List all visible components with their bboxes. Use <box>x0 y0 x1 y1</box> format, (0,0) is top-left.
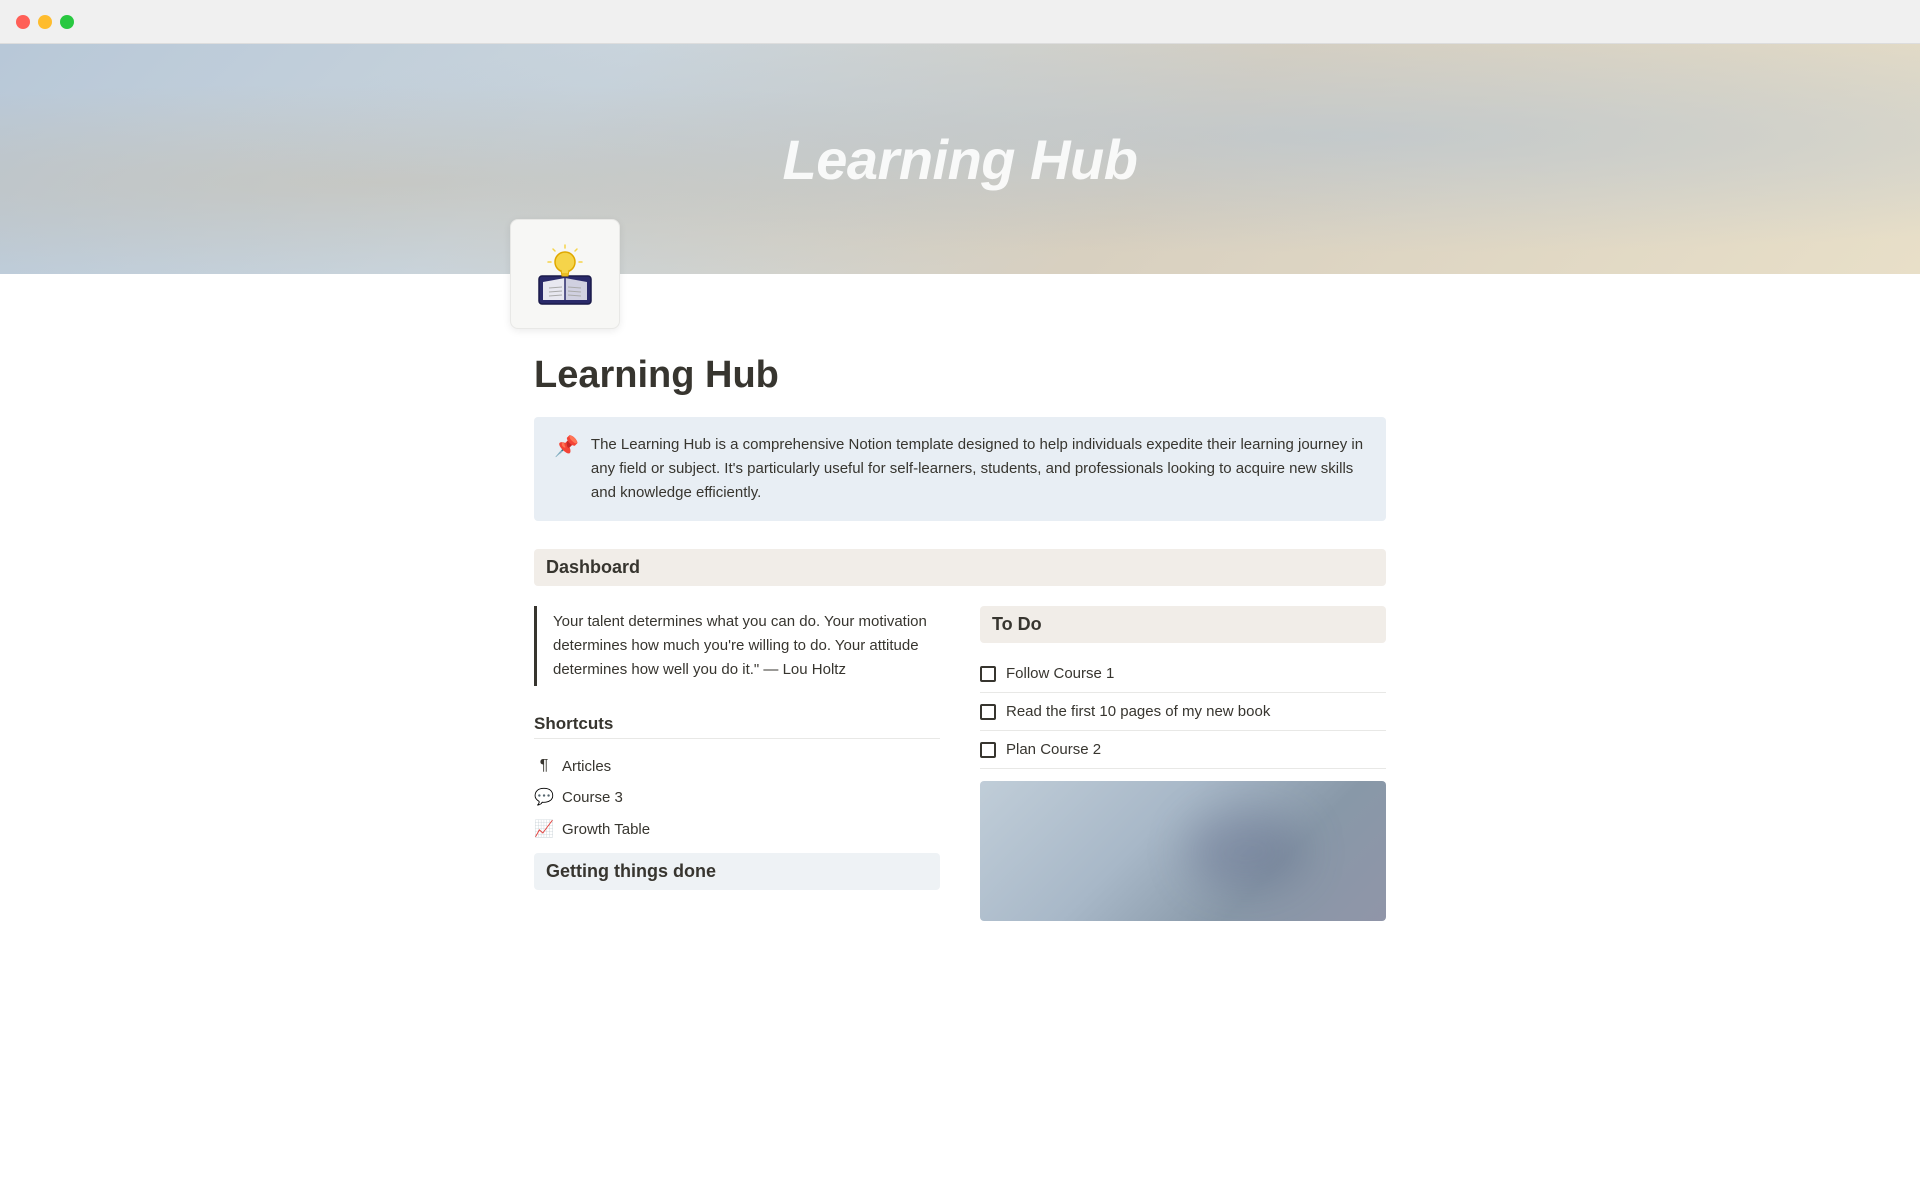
minimize-button[interactable] <box>38 15 52 29</box>
todo-label-1: Follow Course 1 <box>1006 665 1114 682</box>
dashboard-section-header: Dashboard <box>534 549 1386 586</box>
shortcut-course3-label: Course 3 <box>562 789 623 806</box>
todo-header: To Do <box>980 606 1386 643</box>
hero-banner: Learning Hub <box>0 44 1920 274</box>
page-title: Learning Hub <box>534 354 1386 397</box>
growth-table-icon: 📈 <box>534 819 554 839</box>
todo-label-3: Plan Course 2 <box>1006 741 1101 758</box>
page-title-section: Learning Hub <box>534 274 1386 417</box>
todo-item-2: Read the first 10 pages of my new book <box>980 693 1386 731</box>
callout-block: 📌 The Learning Hub is a comprehensive No… <box>534 417 1386 521</box>
image-block <box>980 781 1386 921</box>
todo-label-2: Read the first 10 pages of my new book <box>1006 703 1270 720</box>
maximize-button[interactable] <box>60 15 74 29</box>
page-icon <box>510 219 620 329</box>
shortcut-growth-table[interactable]: 📈 Growth Table <box>534 813 940 845</box>
quote-block: Your talent determines what you can do. … <box>534 606 940 686</box>
articles-icon: ¶ <box>534 757 554 775</box>
left-column: Your talent determines what you can do. … <box>534 606 940 921</box>
todo-item-1: Follow Course 1 <box>980 655 1386 693</box>
todo-checkbox-1[interactable] <box>980 666 996 682</box>
shortcut-growth-table-label: Growth Table <box>562 821 650 838</box>
quote-text: Your talent determines what you can do. … <box>553 610 940 682</box>
shortcuts-title: Shortcuts <box>534 714 940 739</box>
main-content: Learning Hub 📌 The Learning Hub is a com… <box>510 274 1410 921</box>
two-col-layout: Your talent determines what you can do. … <box>534 606 1386 921</box>
callout-text: The Learning Hub is a comprehensive Noti… <box>591 433 1366 505</box>
todo-checkbox-3[interactable] <box>980 742 996 758</box>
shortcut-course3[interactable]: 💬 Course 3 <box>534 781 940 813</box>
todo-item-3: Plan Course 2 <box>980 731 1386 769</box>
callout-icon: 📌 <box>554 434 579 459</box>
getting-things-done-header: Getting things done <box>534 853 940 890</box>
course3-icon: 💬 <box>534 787 554 807</box>
shortcuts-section: Shortcuts ¶ Articles 💬 Course 3 📈 Growth… <box>534 714 940 845</box>
shortcut-articles[interactable]: ¶ Articles <box>534 751 940 781</box>
shortcut-articles-label: Articles <box>562 758 611 775</box>
titlebar <box>0 0 1920 44</box>
right-column: To Do Follow Course 1 Read the first 10 … <box>980 606 1386 921</box>
todo-checkbox-2[interactable] <box>980 704 996 720</box>
hero-title: Learning Hub <box>783 127 1138 192</box>
close-button[interactable] <box>16 15 30 29</box>
